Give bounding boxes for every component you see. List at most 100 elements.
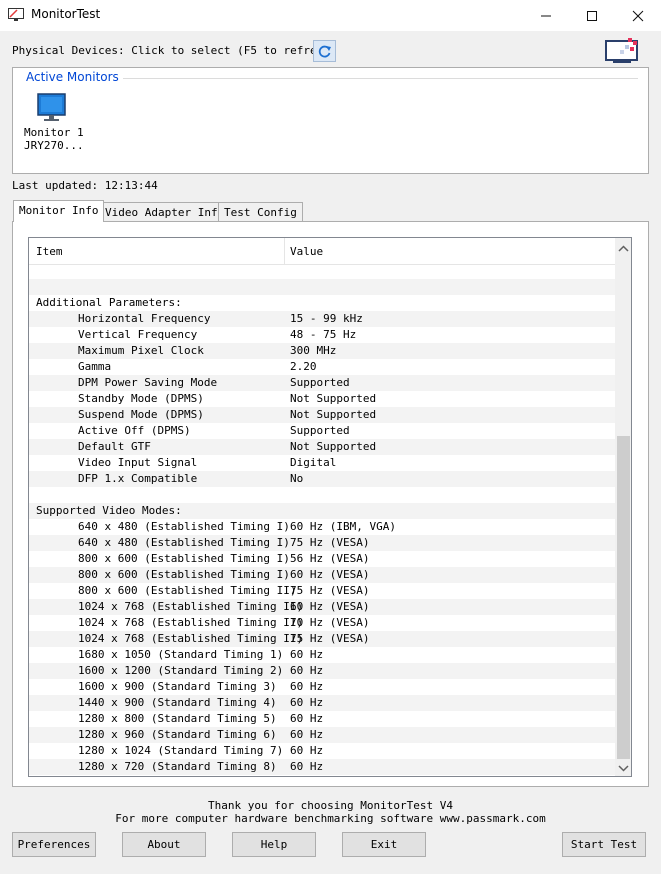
table-row[interactable]: Default GTF Not Supported <box>29 439 615 455</box>
vertical-scrollbar[interactable] <box>615 238 631 776</box>
table-row[interactable]: Supported Video Modes: <box>29 503 615 519</box>
row-value: 15 - 99 kHz <box>290 312 363 325</box>
table-row[interactable]: 1280 x 800 (Standard Timing 5) 60 Hz <box>29 711 615 727</box>
row-value: 60 Hz <box>290 696 324 709</box>
row-value: 60 Hz <box>290 664 324 677</box>
table-row[interactable]: 1024 x 768 (Established Timing II) 70 Hz … <box>29 615 615 631</box>
table-row[interactable]: Video Input Signal Digital <box>29 455 615 471</box>
row-item: 640 x 480 (Established Timing I) <box>78 536 290 549</box>
row-value: 75 Hz (VESA) <box>290 536 370 549</box>
table-row[interactable]: Maximum Pixel Clock 300 MHz <box>29 343 615 359</box>
table-row[interactable]: 1280 x 960 (Standard Timing 6) 60 Hz <box>29 727 615 743</box>
help-button[interactable]: Help <box>232 832 316 857</box>
table-row[interactable]: 800 x 600 (Established Timing I) 56 Hz (V… <box>29 551 615 567</box>
chevron-down-icon <box>618 765 629 772</box>
row-item: 1600 x 1200 (Standard Timing 2) <box>78 664 284 677</box>
minimize-button[interactable] <box>523 0 569 31</box>
preferences-button[interactable]: Preferences <box>12 832 96 857</box>
row-item: Horizontal Frequency <box>78 312 211 325</box>
row-value: 60 Hz <box>290 648 324 661</box>
chevron-up-icon <box>618 245 629 252</box>
row-item: 1280 x 960 (Standard Timing 6) <box>78 728 277 741</box>
row-item: 1024 x 768 (Established Timing II) <box>78 632 304 645</box>
row-value: Pixel Clock: 148.50 MHz <box>290 775 442 776</box>
table-row[interactable]: 800 x 600 (Established Timing II) 75 Hz (… <box>29 583 615 599</box>
row-item: 1024 x 768 (Established Timing II) <box>78 616 304 629</box>
row-value: Supported <box>290 376 350 389</box>
table-row[interactable]: Gamma 2.20 <box>29 359 615 375</box>
row-value: 60 Hz <box>290 712 324 725</box>
scrollbar-thumb[interactable] <box>617 436 630 759</box>
tab-monitor-info[interactable]: Monitor Info <box>13 200 105 222</box>
list-header: Item Value <box>29 238 615 265</box>
table-row[interactable]: 1440 x 900 (Standard Timing 4) 60 Hz <box>29 695 615 711</box>
table-row[interactable]: 1600 x 1200 (Standard Timing 2) 60 Hz <box>29 663 615 679</box>
table-row[interactable]: 640 x 480 (Established Timing I) 60 Hz (I… <box>29 519 615 535</box>
row-value: 60 Hz <box>290 728 324 741</box>
table-row[interactable]: 800 x 600 (Established Timing I) 60 Hz (V… <box>29 567 615 583</box>
start-test-button[interactable]: Start Test <box>562 832 646 857</box>
table-row[interactable]: Suspend Mode (DPMS) Not Supported <box>29 407 615 423</box>
last-updated-label: Last updated: 12:13:44 <box>12 179 158 192</box>
row-value: 48 - 75 Hz <box>290 328 357 341</box>
refresh-button[interactable] <box>313 40 336 62</box>
maximize-button[interactable] <box>569 0 615 31</box>
close-button[interactable] <box>615 0 661 31</box>
table-row[interactable]: Standby Mode (DPMS) Not Supported <box>29 391 615 407</box>
table-row[interactable] <box>29 487 615 503</box>
monitor-test-app-icon <box>8 8 24 22</box>
table-row[interactable]: 1280 x 1024 (Standard Timing 7) 60 Hz <box>29 743 615 759</box>
table-row[interactable]: Horizontal Frequency 15 - 99 kHz <box>29 311 615 327</box>
table-row[interactable]: 1280 x 720 (Standard Timing 8) 60 Hz <box>29 759 615 775</box>
footer-thanks: Thank you for choosing MonitorTest V4 <box>207 799 454 812</box>
table-row[interactable]: 1680 x 1050 (Standard Timing 1) 60 Hz <box>29 647 615 663</box>
table-row[interactable]: DFP 1.x Compatible No <box>29 471 615 487</box>
passmark-logo-icon <box>605 38 639 64</box>
row-item: Vertical Frequency <box>78 328 198 341</box>
active-monitors-title: Active Monitors <box>26 70 123 84</box>
footer-promo: For more computer hardware benchmarking … <box>115 812 546 825</box>
row-item: DFP 1.x Compatible <box>78 472 198 485</box>
table-row[interactable]: DPM Power Saving Mode Supported <box>29 375 615 391</box>
column-header-value[interactable]: Value <box>290 245 323 258</box>
monitor-1-label[interactable]: Monitor 1 JRY270... <box>24 126 84 152</box>
table-row[interactable]: 1920 x 1080 (Preferred Timing) Pixel Cloc… <box>29 775 615 776</box>
table-row[interactable]: 1024 x 768 (Established Timing II) 60 Hz … <box>29 599 615 615</box>
table-row[interactable]: Additional Parameters: <box>29 295 615 311</box>
row-value: 300 MHz <box>290 344 337 357</box>
row-item: Supported Video Modes: <box>36 504 182 517</box>
row-value: Not Supported <box>290 440 377 453</box>
tab-test-config[interactable]: Test Config <box>218 202 303 221</box>
exit-button[interactable]: Exit <box>342 832 426 857</box>
table-row[interactable]: 1600 x 900 (Standard Timing 3) 60 Hz <box>29 679 615 695</box>
window-title: MonitorTest <box>31 7 101 21</box>
table-row[interactable]: Vertical Frequency 48 - 75 Hz <box>29 327 615 343</box>
refresh-icon <box>318 45 331 57</box>
monitor-icon[interactable] <box>36 93 68 123</box>
table-row[interactable]: Active Off (DPMS) Supported <box>29 423 615 439</box>
footer-text: Thank you for choosing MonitorTest V4 Fo… <box>0 799 661 825</box>
row-value: Not Supported <box>290 408 377 421</box>
row-value: 60 Hz <box>290 680 324 693</box>
group-divider <box>118 78 638 79</box>
monitor-name: Monitor 1 <box>24 126 84 139</box>
row-value: 60 Hz (IBM, VGA) <box>290 520 396 533</box>
tab-video-adapter-info[interactable]: Video Adapter Info <box>99 202 231 221</box>
table-row[interactable]: 640 x 480 (Established Timing I) 75 Hz (V… <box>29 535 615 551</box>
row-item: Default GTF <box>78 440 151 453</box>
table-row[interactable]: 1024 x 768 (Established Timing II) 75 Hz … <box>29 631 615 647</box>
row-item: 1024 x 768 (Established Timing II) <box>78 600 304 613</box>
scroll-down-arrow[interactable] <box>618 763 629 773</box>
row-item: 640 x 480 (Established Timing I) <box>78 520 290 533</box>
row-item: 1920 x 1080 (Preferred Timing) <box>78 775 277 776</box>
column-header-item[interactable]: Item <box>36 245 63 258</box>
scroll-up-arrow[interactable] <box>618 244 629 254</box>
about-button[interactable]: About <box>122 832 206 857</box>
table-row[interactable] <box>29 279 615 295</box>
monitor-info-list[interactable]: Item Value Additional Parameters: Horizon… <box>28 237 632 777</box>
column-separator[interactable] <box>284 238 285 264</box>
row-value: 60 Hz (VESA) <box>290 600 370 613</box>
row-item: 800 x 600 (Established Timing I) <box>78 552 290 565</box>
close-icon <box>632 10 644 21</box>
row-item: Additional Parameters: <box>36 296 182 309</box>
